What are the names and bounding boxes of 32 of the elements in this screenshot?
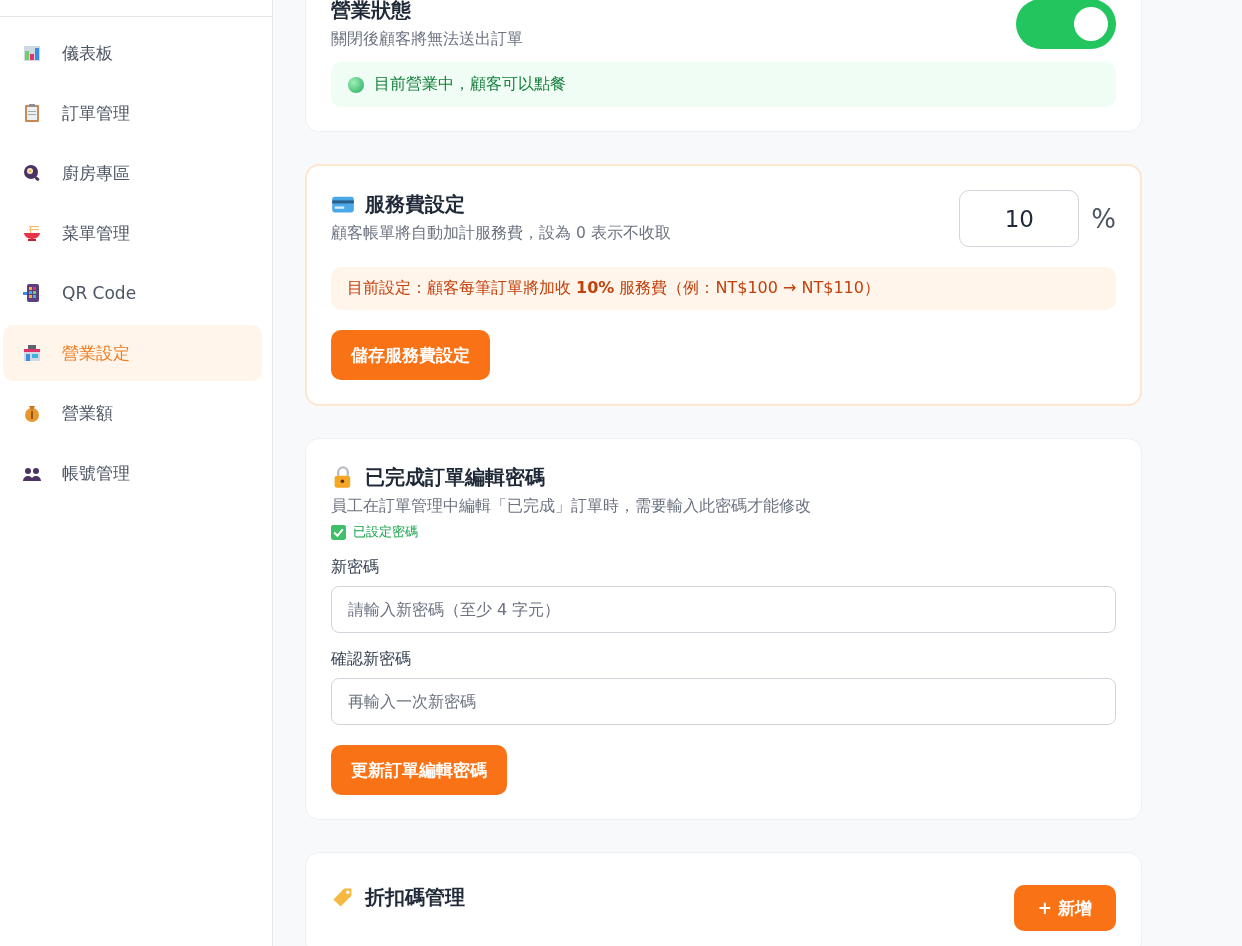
card-title: 營業狀態 [331,0,412,24]
fee-note: 目前設定：顧客每筆訂單將加收 10% 服務費（例：NT$100 → NT$110） [331,267,1116,310]
card-subtitle: 顧客帳單將自動加計服務費，設為 0 表示不收取 [331,223,671,244]
card-title: 已完成訂單編輯密碼 [365,464,545,491]
sidebar-item[interactable]: 廚房專區 [3,145,262,201]
card-subtitle: 關閉後顧客將無法送出訂單 [331,29,523,50]
clipboard-icon [22,103,42,123]
sidebar-item[interactable]: 訂單管理 [3,85,262,141]
status-text: 目前營業中，顧客可以點餐 [374,74,566,95]
card-title: 折扣碼管理 [365,884,465,911]
sidebar-item[interactable]: 營業額 [3,385,262,441]
sidebar-item[interactable]: 帳號管理 [3,445,262,501]
password-set-text: 已設定密碼 [353,523,418,541]
field-label: 新密碼 [331,557,380,578]
sidebar-item[interactable]: QR Code [3,265,262,321]
fee-input[interactable]: 10 [959,190,1080,247]
frying-pan-icon [22,163,42,183]
password-field[interactable]: 再輸入一次新密碼 [331,678,1116,725]
money-bag-icon [22,403,42,423]
shop-icon [22,343,42,363]
sidebar-item[interactable]: 菜單管理 [3,205,262,261]
card-title: 服務費設定 [365,191,465,218]
card-subtitle: 員工在訂單管理中編輯「已完成」訂單時，需要輸入此密碼才能修改 [331,496,812,517]
phone-icon [22,283,42,303]
noodle-bowl-icon [22,223,42,243]
percent-unit: % [1091,203,1116,234]
field-label: 確認新密碼 [331,649,412,670]
bar-chart-icon [22,43,42,63]
password-field[interactable]: 請輸入新密碼（至少 4 字元） [331,586,1116,633]
toggle-switch[interactable] [1016,0,1116,49]
status-dot-icon [348,76,364,93]
sidebar-item[interactable]: 儀表板 [3,25,262,81]
